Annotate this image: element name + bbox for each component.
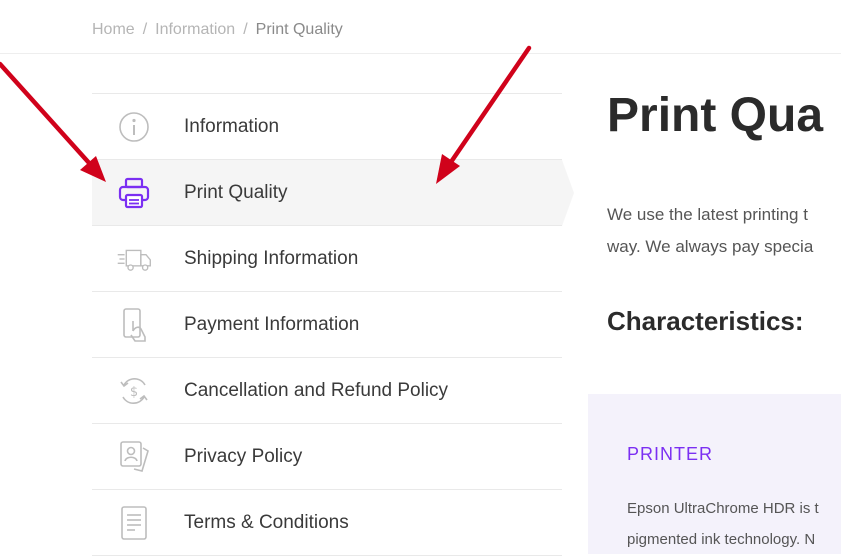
- sidebar-item-label: Print Quality: [184, 181, 288, 203]
- annotation-arrow-left: [0, 61, 106, 182]
- header-divider: [0, 53, 841, 54]
- info-icon: [116, 109, 152, 145]
- sidebar-item-payment-information[interactable]: Payment Information: [92, 292, 562, 358]
- characteristics-heading: Characteristics:: [607, 306, 804, 336]
- sidebar-item-privacy-policy[interactable]: Privacy Policy: [92, 424, 562, 490]
- sidebar-item-terms-conditions[interactable]: Terms & Conditions: [92, 490, 562, 556]
- breadcrumb: Home / Information / Print Quality: [92, 18, 343, 42]
- intro-paragraph-line: way. We always pay specia: [607, 237, 814, 256]
- sidebar-item-label: Terms & Conditions: [184, 511, 349, 533]
- sidebar-item-shipping-information[interactable]: Shipping Information: [92, 226, 562, 292]
- payment-hand-icon: [116, 307, 152, 343]
- sidebar-item-label: Privacy Policy: [184, 445, 303, 467]
- breadcrumb-current: Print Quality: [255, 21, 343, 38]
- truck-icon: [116, 241, 152, 277]
- breadcrumb-separator: /: [142, 21, 148, 38]
- intro-paragraph-line: We use the latest printing t: [607, 205, 808, 224]
- breadcrumb-separator: /: [243, 21, 248, 38]
- sidebar-nav: Information Print Quality Shipping Infor…: [92, 93, 574, 556]
- printer-card-text-line: Epson UltraChrome HDR is t: [627, 500, 819, 517]
- sidebar-item-cancellation-refund[interactable]: $ Cancellation and Refund Policy: [92, 358, 562, 424]
- printer-card: PRINTER Epson UltraChrome HDR is t pigme…: [588, 394, 841, 554]
- sidebar-item-label: Shipping Information: [184, 247, 359, 269]
- refund-icon: $: [116, 373, 152, 409]
- svg-text:$: $: [130, 385, 138, 400]
- sidebar-item-print-quality[interactable]: Print Quality: [92, 160, 574, 226]
- breadcrumb-home-link[interactable]: Home: [92, 21, 135, 39]
- sidebar-item-label: Payment Information: [184, 313, 360, 335]
- breadcrumb-information-link[interactable]: Information: [155, 21, 235, 39]
- document-icon: [116, 505, 152, 541]
- sidebar-item-information[interactable]: Information: [92, 94, 562, 160]
- printer-card-text-line: pigmented ink technology. N: [627, 531, 816, 548]
- privacy-icon: [116, 439, 152, 475]
- sidebar-item-label: Cancellation and Refund Policy: [184, 379, 449, 401]
- printer-card-title: PRINTER: [627, 444, 714, 464]
- page-title: Print Qua: [607, 89, 824, 142]
- printer-icon: [116, 175, 152, 211]
- sidebar-item-label: Information: [184, 115, 280, 137]
